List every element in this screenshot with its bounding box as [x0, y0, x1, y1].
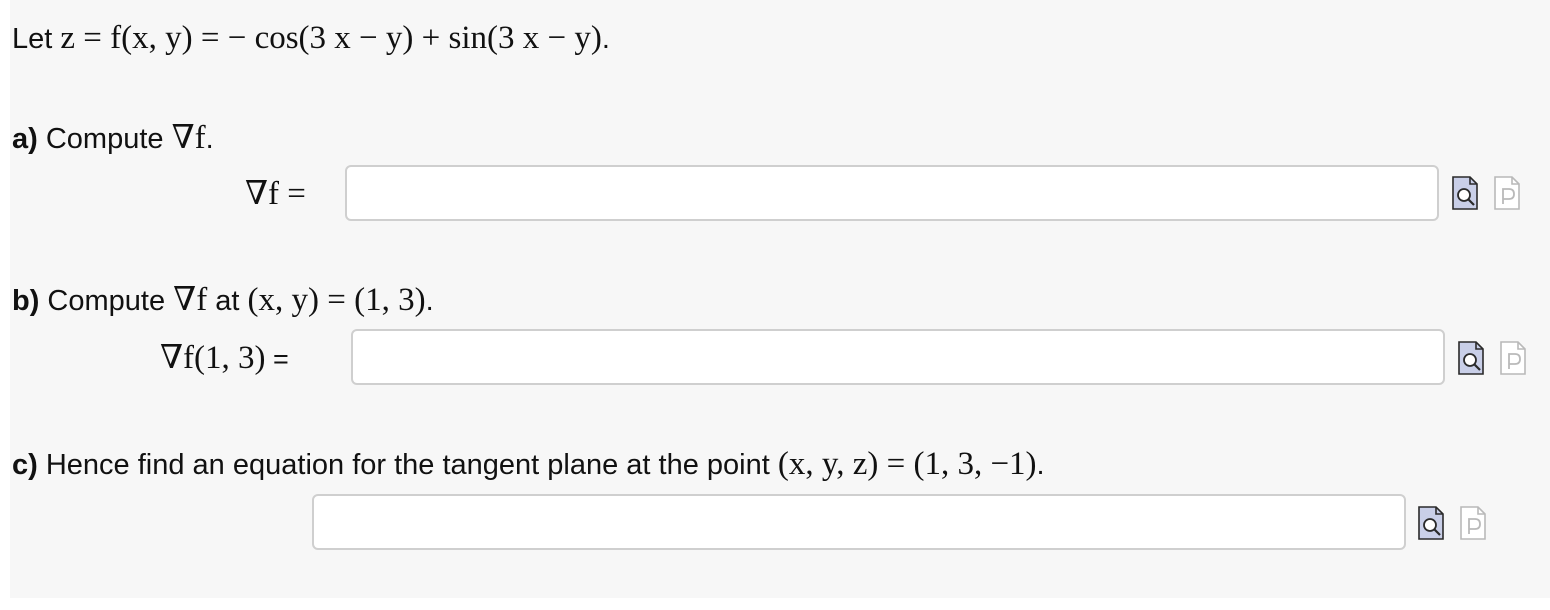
part-b-answer-label: ∇f(1, 3) = — [160, 338, 289, 379]
part-a-answer-input[interactable] — [345, 165, 1439, 221]
part-b-answer-eq: = — [265, 344, 289, 374]
part-b-label: b) — [12, 285, 40, 317]
part-c-label: c) — [12, 449, 38, 481]
part-a-label: a) — [12, 123, 38, 155]
syntax-help-icon[interactable] — [1500, 341, 1526, 375]
part-b-text: Compute — [39, 285, 174, 317]
syntax-help-icon[interactable] — [1460, 506, 1486, 540]
part-a-answer-math: ∇f = — [245, 176, 306, 212]
question-intro: Let z = f(x, y) = − cos(3 x − y) + sin(3… — [12, 18, 610, 59]
intro-period: . — [601, 23, 610, 55]
part-b-answer-input[interactable] — [351, 329, 1445, 385]
part-b-math: ∇f — [173, 282, 208, 318]
part-c-prompt: c) Hence find an equation for the tangen… — [12, 444, 1045, 485]
part-c-text: Hence find an equation for the tangent p… — [37, 449, 778, 481]
part-b-period: . — [425, 285, 434, 317]
intro-lead: Let — [12, 23, 61, 55]
part-b-prompt: b) Compute ∇f at (x, y) = (1, 3). — [12, 280, 434, 321]
part-b-text2: at — [207, 285, 248, 317]
part-a-text: Compute — [37, 123, 172, 155]
part-a-period: . — [205, 123, 214, 155]
function-definition: z = f(x, y) = − cos(3 x − y) + sin(3 x −… — [60, 20, 602, 56]
part-a-prompt: a) Compute ∇f. — [12, 118, 214, 159]
preview-formula-icon[interactable] — [1418, 506, 1444, 540]
preview-formula-icon[interactable] — [1452, 176, 1478, 210]
part-a-answer-label: ∇f = — [245, 174, 306, 215]
part-a-math: ∇f — [171, 120, 206, 156]
part-c-answer-input[interactable] — [312, 494, 1406, 550]
syntax-help-icon[interactable] — [1494, 176, 1520, 210]
preview-formula-icon[interactable] — [1458, 341, 1484, 375]
part-b-point-math: (x, y) = (1, 3) — [247, 282, 426, 318]
part-b-answer-math: ∇f(1, 3) — [160, 340, 266, 376]
part-c-period: . — [1036, 449, 1045, 481]
part-c-math: (x, y, z) = (1, 3, −1) — [777, 446, 1037, 482]
